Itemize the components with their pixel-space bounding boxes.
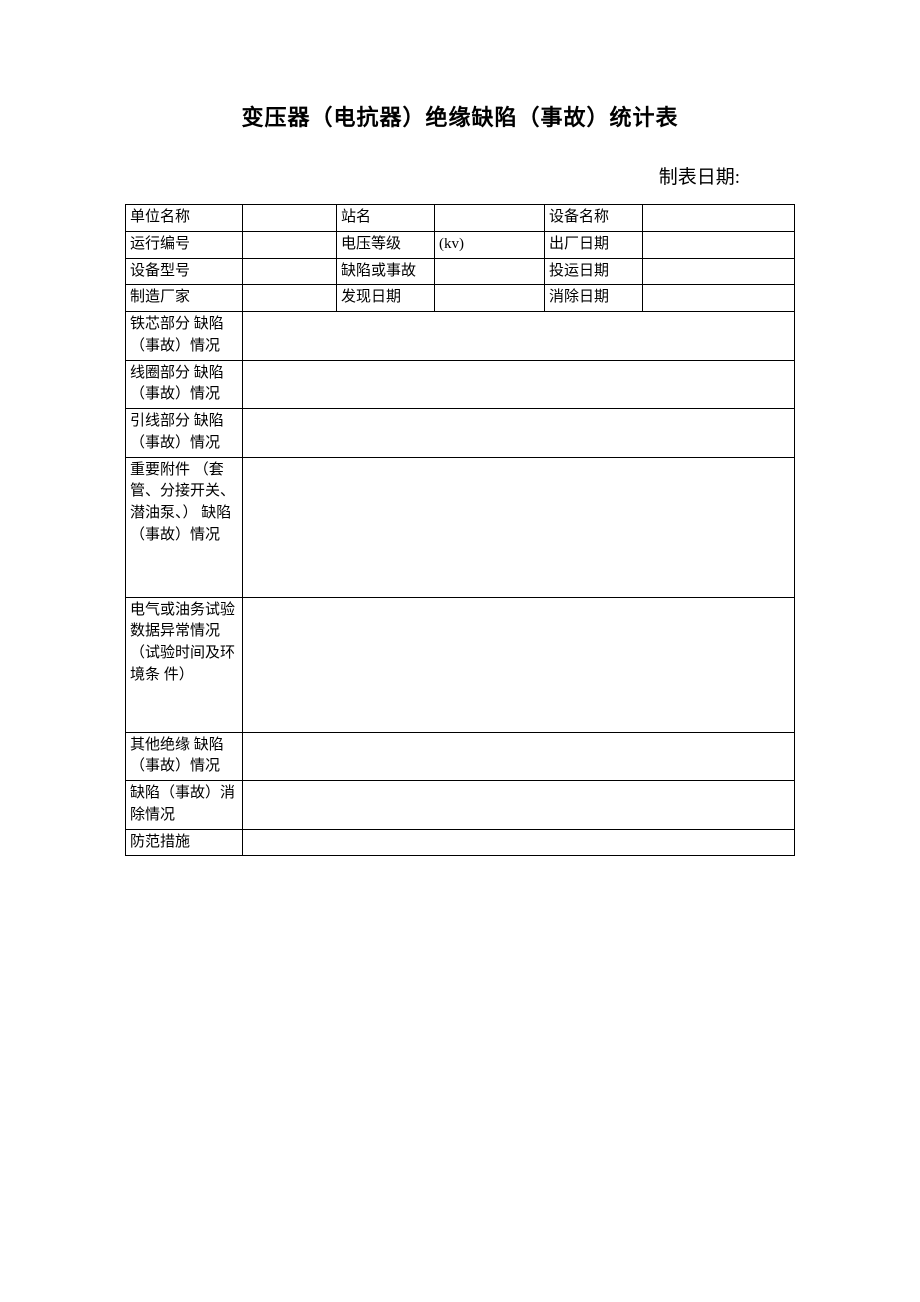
cell-label: 设备名称 xyxy=(545,205,643,232)
section-value xyxy=(243,360,795,409)
section-label: 引线部分 缺陷（事故）情况 xyxy=(126,409,243,458)
section-row: 引线部分 缺陷（事故）情况 xyxy=(126,409,795,458)
section-label: 其他绝缘 缺陷（事故）情况 xyxy=(126,732,243,781)
section-value xyxy=(243,781,795,830)
section-value xyxy=(243,732,795,781)
cell-value xyxy=(243,231,337,258)
cell-label: 发现日期 xyxy=(337,285,435,312)
cell-label: 投运日期 xyxy=(545,258,643,285)
section-value xyxy=(243,457,795,597)
cell-value xyxy=(243,285,337,312)
cell-label: 消除日期 xyxy=(545,285,643,312)
cell-value xyxy=(643,258,795,285)
header-row: 运行编号 电压等级 (kv) 出厂日期 xyxy=(126,231,795,258)
cell-label: 制造厂家 xyxy=(126,285,243,312)
header-row: 单位名称 站名 设备名称 xyxy=(126,205,795,232)
section-label: 缺陷（事故）消除情况 xyxy=(126,781,243,830)
statistics-table: 单位名称 站名 设备名称 运行编号 电压等级 (kv) 出厂日期 设备型号 缺陷… xyxy=(125,204,795,856)
cell-label: 单位名称 xyxy=(126,205,243,232)
cell-value xyxy=(643,231,795,258)
cell-label: 站名 xyxy=(337,205,435,232)
section-row: 电气或油务试验数据异常情况 （试验时间及环境条 件） xyxy=(126,597,795,732)
cell-label: 出厂日期 xyxy=(545,231,643,258)
cell-value xyxy=(435,285,545,312)
section-label: 电气或油务试验数据异常情况 （试验时间及环境条 件） xyxy=(126,597,243,732)
section-row: 缺陷（事故）消除情况 xyxy=(126,781,795,830)
cell-label: 电压等级 xyxy=(337,231,435,258)
header-row: 设备型号 缺陷或事故 投运日期 xyxy=(126,258,795,285)
cell-label: 设备型号 xyxy=(126,258,243,285)
cell-label: 运行编号 xyxy=(126,231,243,258)
page-title: 变压器（电抗器）绝缘缺陷（事故）统计表 xyxy=(125,100,795,132)
header-row: 制造厂家 发现日期 消除日期 xyxy=(126,285,795,312)
cell-value xyxy=(243,258,337,285)
cell-value: (kv) xyxy=(435,231,545,258)
section-value xyxy=(243,829,795,856)
section-label: 重要附件 （套管、分接开关、潜油泵、） 缺陷（事故）情况 xyxy=(126,457,243,597)
section-row: 防范措施 xyxy=(126,829,795,856)
section-row: 铁芯部分 缺陷（事故）情况 xyxy=(126,312,795,361)
cell-value xyxy=(643,285,795,312)
section-value xyxy=(243,597,795,732)
cell-value xyxy=(435,205,545,232)
section-row: 其他绝缘 缺陷（事故）情况 xyxy=(126,732,795,781)
cell-value xyxy=(243,205,337,232)
section-row: 线圈部分 缺陷（事故）情况 xyxy=(126,360,795,409)
section-label: 铁芯部分 缺陷（事故）情况 xyxy=(126,312,243,361)
section-value xyxy=(243,312,795,361)
cell-value xyxy=(643,205,795,232)
section-value xyxy=(243,409,795,458)
section-label: 线圈部分 缺陷（事故）情况 xyxy=(126,360,243,409)
date-label: 制表日期: xyxy=(125,162,795,189)
cell-label: 缺陷或事故 xyxy=(337,258,435,285)
section-row: 重要附件 （套管、分接开关、潜油泵、） 缺陷（事故）情况 xyxy=(126,457,795,597)
section-label: 防范措施 xyxy=(126,829,243,856)
cell-value xyxy=(435,258,545,285)
